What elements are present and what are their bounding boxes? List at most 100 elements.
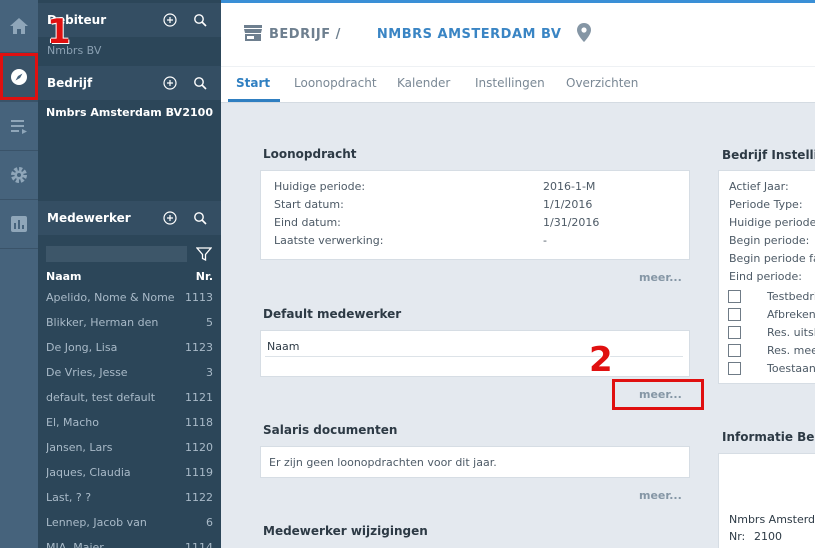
loon-label-3: Eind datum:: [274, 216, 341, 229]
instelling-label: Huidige periode:: [729, 216, 815, 229]
list-item[interactable]: De Vries, Jesse 3: [46, 360, 213, 385]
employee-name: Apelido, Nome & Nome: [46, 291, 175, 304]
list-item[interactable]: Blikker, Herman den 5: [46, 310, 213, 335]
medewerker-filter-input[interactable]: [46, 246, 187, 262]
employee-nr: 1120: [185, 441, 213, 454]
list-item[interactable]: Jaques, Claudia 1119: [46, 460, 213, 485]
employee-name: Last, ? ?: [46, 491, 92, 504]
employee-nr: 1119: [185, 466, 213, 479]
search-medewerker-icon[interactable]: [191, 209, 209, 227]
annotation-number-1: 1: [47, 12, 71, 52]
loonopdracht-meer-link[interactable]: meer...: [639, 271, 682, 284]
setting-checkbox[interactable]: [728, 308, 741, 321]
search-debiteur-icon[interactable]: [191, 11, 209, 29]
employee-nr: 1121: [185, 391, 213, 404]
setting-checkbox-label: Toestaan l: [767, 362, 815, 375]
bedrijf-company-row[interactable]: Nmbrs Amsterdam BV 2100: [38, 100, 221, 124]
loon-label-1: Huidige periode:: [274, 180, 366, 193]
filter-icon[interactable]: [195, 246, 213, 262]
setting-checkbox[interactable]: [728, 362, 741, 375]
col-naam[interactable]: Naam: [46, 270, 196, 283]
tab-instellingen[interactable]: Instellingen: [475, 76, 545, 90]
loon-label-2: Start datum:: [274, 198, 344, 211]
tab-loonopdracht[interactable]: Loonopdracht: [294, 76, 377, 90]
employee-name: MIA, Maier: [46, 541, 104, 548]
list-item[interactable]: Last, ? ? 1122: [46, 485, 213, 510]
loonopdracht-title: Loonopdracht: [263, 147, 357, 161]
informatie-bedrijf-nr: 2100: [754, 530, 782, 543]
loon-value-3: 1/31/2016: [543, 216, 600, 229]
employee-name: Blikker, Herman den: [46, 316, 159, 329]
medewerker-wijzigingen-title: Medewerker wijzigingen: [263, 524, 428, 538]
employee-nr: 1118: [185, 416, 213, 429]
page-header: BEDRIJF / NMBRS AMSTERDAM BV: [221, 3, 815, 66]
chart-icon[interactable]: [0, 200, 38, 248]
search-bedrijf-icon[interactable]: [191, 74, 209, 92]
tab-start[interactable]: Start: [236, 76, 270, 90]
list-item[interactable]: El, Macho 1118: [46, 410, 213, 435]
tab-kalender[interactable]: Kalender: [397, 76, 450, 90]
employee-name: De Vries, Jesse: [46, 366, 128, 379]
informatie-bedrijf-nr-label: Nr:: [729, 530, 746, 543]
list-icon[interactable]: [0, 102, 38, 150]
annotation-box-2: [612, 379, 704, 410]
employee-nr: 1122: [185, 491, 213, 504]
setting-checkbox-label: Res. meen: [767, 344, 815, 357]
add-bedrijf-icon[interactable]: [161, 74, 179, 92]
location-pin-icon[interactable]: [577, 23, 592, 46]
setting-checkbox[interactable]: [728, 290, 741, 303]
informatie-bedrijf-name: Nmbrs Amsterdam: [729, 513, 815, 526]
setting-checkbox[interactable]: [728, 344, 741, 357]
divider: [265, 356, 683, 357]
employee-name: De Jong, Lisa: [46, 341, 118, 354]
setting-checkbox-label: Res. uitslu: [767, 326, 815, 339]
annotation-box-1: [0, 53, 38, 100]
employee-name: default, test default: [46, 391, 156, 404]
setting-checkbox[interactable]: [728, 326, 741, 339]
employee-nr: 1113: [185, 291, 213, 304]
salaris-meer-link[interactable]: meer...: [639, 489, 682, 502]
active-tab-indicator: [228, 99, 280, 102]
employee-name: Jaques, Claudia: [46, 466, 131, 479]
list-item[interactable]: De Jong, Lisa 1123: [46, 335, 213, 360]
setting-checkbox-label: Afbreken u: [767, 308, 815, 321]
breadcrumb[interactable]: BEDRIJF /: [269, 27, 341, 42]
informatie-bedrijf-title: Informatie Bedrij: [722, 430, 815, 444]
add-medewerker-icon[interactable]: [161, 209, 179, 227]
employee-name: Lennep, Jacob van: [46, 516, 147, 529]
loon-value-1: 2016-1-M: [543, 180, 596, 193]
col-nr[interactable]: Nr.: [196, 270, 213, 283]
employee-nr: 5: [206, 316, 213, 329]
add-debiteur-icon[interactable]: [161, 11, 179, 29]
list-item[interactable]: Lennep, Jacob van 6: [46, 510, 213, 535]
list-item[interactable]: MIA, Maier 1114: [46, 535, 213, 548]
list-item[interactable]: Jansen, Lars 1120: [46, 435, 213, 460]
medewerker-header: Medewerker: [38, 201, 221, 235]
loon-label-4: Laatste verwerking:: [274, 234, 384, 247]
instelling-label: Begin periode:: [729, 234, 810, 247]
medewerker-title: Medewerker: [47, 211, 131, 225]
instelling-label: Periode Type:: [729, 198, 803, 211]
sidebar-panel: Debiteur Nmbrs BV Bedrijf Nmbrs Amsterda…: [38, 0, 221, 548]
medewerker-list-header: Naam Nr.: [46, 270, 213, 283]
bedrijf-company-nr: 2100: [182, 105, 213, 119]
list-item[interactable]: default, test default 1121: [46, 385, 213, 410]
setting-checkbox-label: Testbedrij: [767, 290, 815, 303]
tab-overzichten[interactable]: Overzichten: [566, 76, 638, 90]
employee-nr: 3: [206, 366, 213, 379]
home-icon[interactable]: [0, 2, 38, 50]
instelling-label: Eind periode:: [729, 270, 802, 283]
page-title: NMBRS AMSTERDAM BV: [376, 27, 562, 42]
tab-bar: Start Loonopdracht Kalender Instellingen…: [221, 66, 815, 103]
gear-icon[interactable]: [0, 151, 38, 199]
employee-name: El, Macho: [46, 416, 99, 429]
bedrijf-instellingen-title: Bedrijf Instelling: [722, 148, 815, 162]
default-medewerker-title: Default medewerker: [263, 307, 402, 321]
default-medewerker-card: [260, 330, 690, 377]
employee-nr: 1114: [185, 541, 213, 548]
employee-name: Jansen, Lars: [46, 441, 113, 454]
loon-value-2: 1/1/2016: [543, 198, 593, 211]
employee-nr: 6: [206, 516, 213, 529]
list-item[interactable]: Apelido, Nome & Nome 1113: [46, 285, 213, 310]
store-icon: [243, 24, 263, 46]
